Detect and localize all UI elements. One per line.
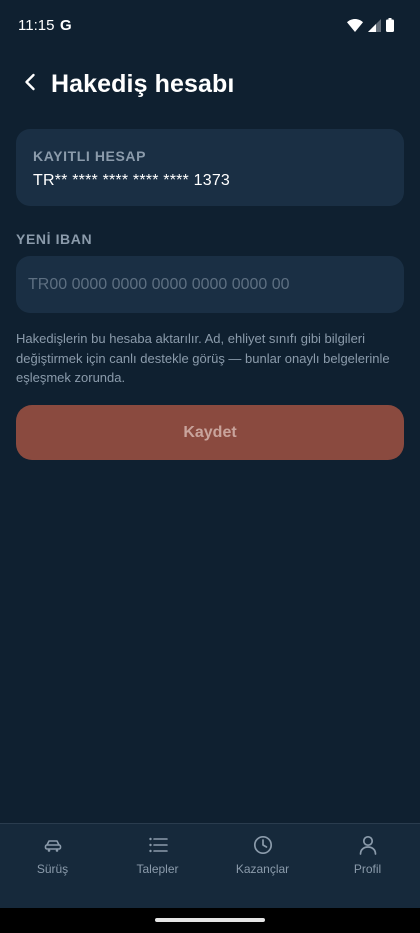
clock-icon <box>252 834 274 856</box>
new-iban-label: YENİ IBAN <box>16 231 93 247</box>
bottom-nav: Sürüş Talepler Kazançlar Profil <box>0 823 420 909</box>
iban-input[interactable] <box>16 256 404 313</box>
home-indicator[interactable] <box>155 918 265 922</box>
status-bar: 11:15 G <box>0 0 420 56</box>
gesture-area <box>0 908 420 933</box>
nav-item-kazanclar[interactable]: Kazançlar <box>210 824 315 909</box>
google-icon: G <box>60 17 72 34</box>
car-icon <box>42 834 64 856</box>
wifi-icon <box>347 18 363 37</box>
saved-account-value: TR** **** **** **** **** 1373 <box>33 172 231 189</box>
nav-label: Kazançlar <box>235 862 290 876</box>
saved-account-card: KAYITLI HESAP TR** **** **** **** **** 1… <box>16 129 404 206</box>
saved-account-label: KAYITLI HESAP <box>33 148 147 164</box>
save-button[interactable]: Kaydet <box>16 405 404 460</box>
nav-item-surus[interactable]: Sürüş <box>0 824 105 909</box>
nav-item-talepler[interactable]: Talepler <box>105 824 210 909</box>
chevron-left-icon <box>24 73 36 96</box>
status-time: 11:15 <box>18 17 55 34</box>
battery-icon <box>386 18 394 37</box>
header: Hakediş hesabı <box>0 62 420 110</box>
nav-label: Profil <box>353 862 382 876</box>
help-text: Hakedişlerin bu hesaba aktarılır. Ad, eh… <box>16 331 390 385</box>
nav-label: Talepler <box>136 862 179 876</box>
person-icon <box>357 834 379 856</box>
signal-icon <box>368 18 381 37</box>
nav-label: Sürüş <box>36 862 69 876</box>
nav-item-profil[interactable]: Profil <box>315 824 420 909</box>
status-icons <box>347 18 394 37</box>
back-button[interactable] <box>14 68 46 100</box>
page-title: Hakediş hesabı <box>51 70 235 98</box>
list-icon <box>147 834 169 856</box>
